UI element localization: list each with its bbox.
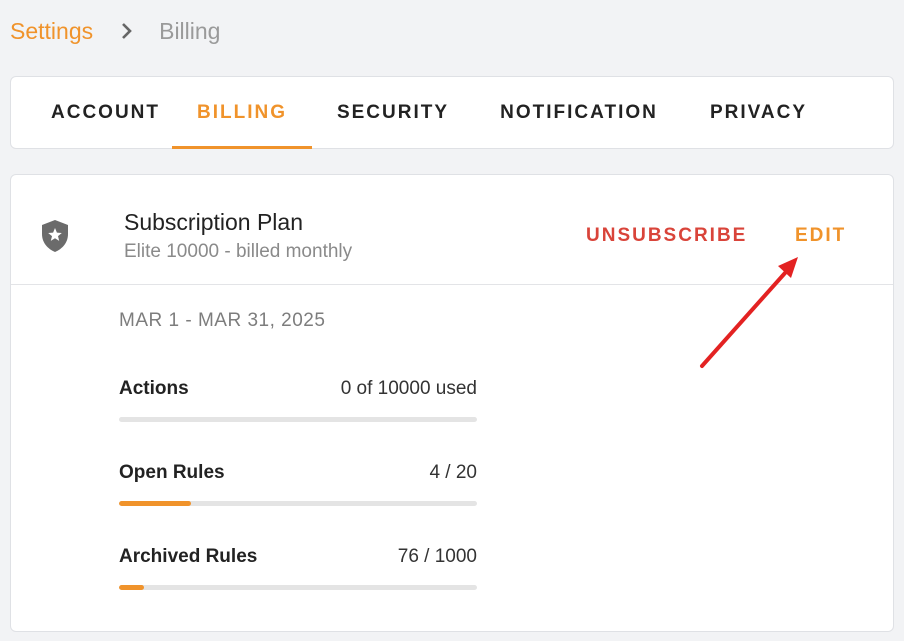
usage-value: 76 / 1000: [397, 546, 477, 567]
usage-actions: Actions 0 of 10000 used: [119, 376, 477, 422]
usage-value: 0 of 10000 used: [340, 378, 477, 399]
tab-billing[interactable]: BILLING: [172, 77, 312, 149]
tab-notification[interactable]: NOTIFICATION: [489, 77, 669, 149]
edit-button[interactable]: EDIT: [795, 225, 846, 247]
usage-progress-bar: [119, 417, 477, 422]
usage-label: Actions: [119, 378, 189, 399]
tab-bar: ACCOUNT BILLING SECURITY NOTIFICATION PR…: [10, 76, 894, 149]
usage-progress-bar: [119, 501, 477, 506]
breadcrumb-settings-link[interactable]: Settings: [10, 18, 93, 45]
tab-privacy[interactable]: PRIVACY: [701, 77, 816, 149]
plan-subtitle: Elite 10000 - billed monthly: [124, 241, 353, 262]
shield-star-icon: [40, 219, 70, 253]
usage-label: Archived Rules: [119, 546, 258, 567]
tab-security[interactable]: SECURITY: [328, 77, 458, 149]
breadcrumb-current: Billing: [159, 17, 221, 44]
unsubscribe-button[interactable]: UNSUBSCRIBE: [586, 225, 747, 247]
chevron-right-icon: [107, 22, 147, 40]
billing-period: MAR 1 - MAR 31, 2025: [119, 310, 326, 331]
usage-archived-rules: Archived Rules 76 / 1000: [119, 544, 477, 590]
tab-account[interactable]: ACCOUNT: [38, 77, 173, 149]
breadcrumb: Settings Billing: [10, 16, 220, 46]
usage-value: 4 / 20: [429, 462, 477, 483]
usage-open-rules: Open Rules 4 / 20: [119, 460, 477, 506]
subscription-card: Subscription Plan Elite 10000 - billed m…: [10, 174, 894, 632]
usage-progress-bar: [119, 585, 477, 590]
usage-label: Open Rules: [119, 462, 225, 483]
annotation-arrow: [700, 257, 798, 368]
plan-title: Subscription Plan: [124, 209, 303, 235]
